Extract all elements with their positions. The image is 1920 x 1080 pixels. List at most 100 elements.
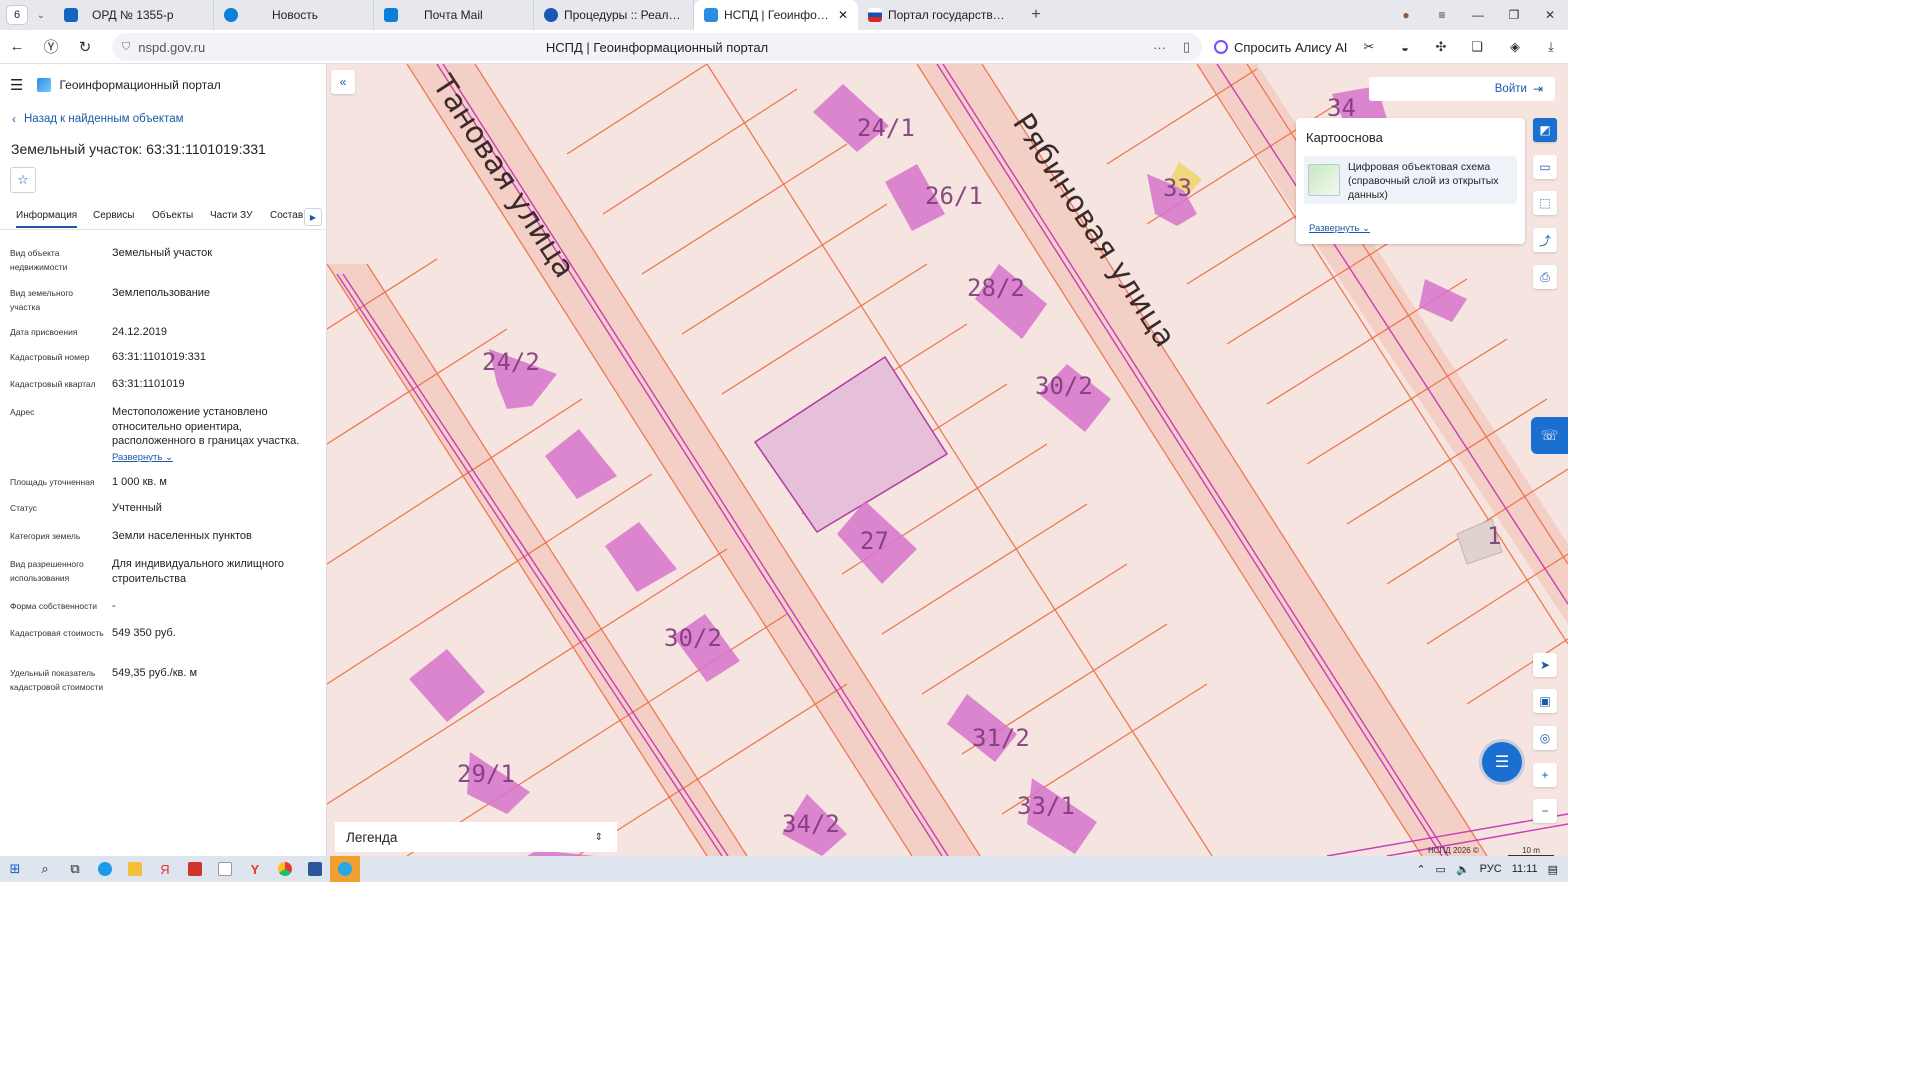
chevron-left-icon: ‹ [12,112,16,126]
back-to-results-link[interactable]: ‹ Назад к найденным объектам [12,112,184,126]
basemap-layer-item[interactable]: Цифровая объектовая схема (справочный сл… [1304,156,1517,204]
puzzle-icon[interactable]: ✣ [1430,36,1452,58]
more-icon[interactable]: ··· [1153,40,1166,55]
chevron-up-icon[interactable]: ⌃ [1416,863,1425,876]
acrobat-icon[interactable] [180,856,210,882]
tabs-dropdown-icon[interactable]: ⌄ [28,10,54,21]
close-tab-icon[interactable]: ✕ [838,8,848,22]
chrome-icon[interactable] [270,856,300,882]
tab-nspd-active[interactable]: НСПД | Геоинформаци ✕ [694,0,858,30]
tab-novost[interactable]: Новость [214,0,374,30]
scale-bar: 10 m [1508,846,1554,856]
vpn-icon[interactable]: ◈ [1504,36,1526,58]
map-view-button[interactable]: ▣ [1533,689,1557,713]
ask-alice-button[interactable]: Спросить Алису AI [1206,34,1355,60]
reload-icon[interactable]: ↻ [68,38,102,56]
clock[interactable]: 11:11 [1512,863,1538,875]
tabs-scroll-right-icon[interactable]: ▶ [304,208,322,226]
profile-avatar-icon[interactable]: ● [1388,8,1424,22]
collapse-panel-button[interactable]: « [331,70,355,94]
geolocation-button[interactable]: ➤ [1533,653,1557,677]
building-label: 24/2 [482,348,540,376]
login-button[interactable]: Войти ⇥ [1369,77,1555,101]
yandex-browser-icon[interactable]: Y [240,856,270,882]
share-button[interactable]: ⤴ [1533,228,1557,252]
search-location-button[interactable]: ◎ [1533,726,1557,750]
yandex-app-icon[interactable]: Я [150,856,180,882]
map-view-icon: ▣ [1539,694,1551,708]
bookmark-icon[interactable]: ▯ [1183,39,1190,55]
portal-logo-icon [37,78,52,92]
extension-icon[interactable]: ✂ [1358,36,1380,58]
close-window-icon[interactable]: ✕ [1532,8,1568,22]
tab-procedury[interactable]: Процедуры :: Реализация [534,0,694,30]
building-label: 1 [1487,522,1501,550]
tab-gosuslugi[interactable]: Портал государственных [858,0,1018,30]
legend-dropdown[interactable]: Легенда ⇕ [335,822,617,852]
star-icon: ☆ [17,172,29,187]
file-explorer-icon[interactable] [120,856,150,882]
zoom-out-button[interactable]: − [1533,799,1557,823]
tab-objects[interactable]: Объекты [152,210,193,221]
task-view-icon[interactable]: ⧉ [60,856,90,882]
tab-count-badge[interactable]: 6 [6,5,28,25]
tab-composition[interactable]: Состав [270,210,303,221]
map-attribution: НСПД 2026 © [1428,846,1479,855]
globe-favicon-icon [544,8,558,22]
login-label: Войти [1494,83,1527,95]
assistant-button[interactable]: ☏ [1531,417,1568,454]
select-area-button[interactable]: ⬚ [1533,191,1557,215]
tab-parts[interactable]: Части ЗУ [210,210,252,221]
url-text: nspd.gov.ru [138,39,206,55]
minus-icon: − [1541,804,1549,818]
alice-label: Спросить Алису AI [1234,39,1348,55]
tab-services[interactable]: Сервисы [93,210,134,221]
windows-start-icon[interactable]: ⊞ [0,856,30,882]
telegram-icon[interactable] [330,856,360,882]
tab-title: Новость [272,8,319,22]
minimize-icon[interactable]: — [1460,8,1496,22]
select-area-icon: ⬚ [1539,196,1551,210]
attr-value: Землепользование [112,287,211,299]
legend-label: Легенда [346,829,398,845]
assistant-icon: ☏ [1540,427,1559,443]
downloads-icon[interactable]: ⤓ [1540,36,1562,58]
volume-icon[interactable]: 🔈 [1456,863,1470,876]
zoom-in-button[interactable]: + [1533,763,1557,787]
tab-ord[interactable]: ОРД № 1355-р [54,0,214,30]
notifications-icon[interactable]: ▤ [1548,863,1558,876]
edge-icon[interactable] [90,856,120,882]
url-field[interactable]: ⛉ nspd.gov.ru НСПД | Геоинформационный п… [112,33,1202,61]
address-text: Местоположение установлено относительно … [112,406,300,447]
yandex-icon[interactable]: Ⓨ [34,36,68,57]
notepad-icon[interactable] [210,856,240,882]
tab-information[interactable]: Информация [16,210,78,228]
browser-tab-bar: 6 ⌄ ОРД № 1355-р Новость Почта Mail Проц… [0,0,1568,30]
favorite-star-button[interactable]: ☆ [10,167,36,193]
hamburger-menu-icon[interactable]: ☰ [10,76,23,94]
ruler-tool-button[interactable]: ▭ [1533,155,1557,179]
attr-value: Местоположение установлено относительно … [112,405,317,465]
building-label: 30/2 [664,624,722,652]
tabs-menu-icon[interactable]: ≡ [1424,8,1460,22]
print-button[interactable]: ⎙ [1533,265,1557,289]
new-tab-button[interactable]: + [1024,3,1048,27]
layers-tool-button[interactable]: ◩ [1533,118,1557,142]
portal-name: Геоинформационный портал [59,78,221,92]
back-icon[interactable]: ← [0,38,34,55]
word-icon[interactable] [300,856,330,882]
attr-value: Для индивидуального жилищного строительс… [112,558,285,585]
shield-extension-icon[interactable]: ◒ [1394,36,1416,58]
address-expand-link[interactable]: Развернуть ⌄ [112,451,317,466]
network-icon[interactable]: ▭ [1436,863,1446,876]
collections-icon[interactable]: ❏ [1466,36,1488,58]
tab-pochta[interactable]: Почта Mail [374,0,534,30]
attr-label: Категория земель [10,531,81,541]
chat-button[interactable]: ☰ [1482,742,1522,782]
basemap-expand-link[interactable]: Развернуть ⌄ [1309,223,1370,234]
restore-icon[interactable]: ❐ [1496,8,1532,22]
layers-icon: ◩ [1539,123,1551,137]
attr-label: Площадь уточненная [10,477,95,487]
search-icon[interactable]: ⌕ [30,856,60,882]
language-indicator[interactable]: РУС [1480,863,1502,875]
